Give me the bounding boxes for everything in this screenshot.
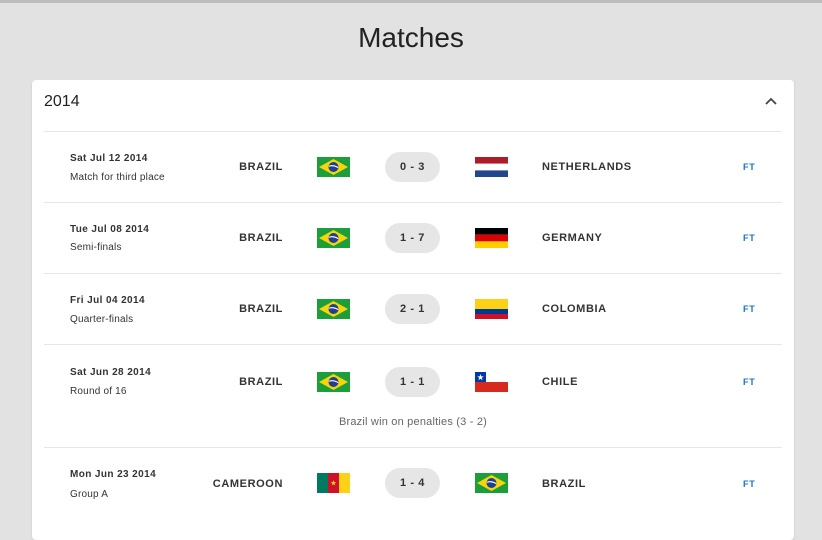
score-badge: 1 - 7 xyxy=(385,223,440,253)
home-team: CAMEROON xyxy=(212,478,283,490)
score-badge: 2 - 1 xyxy=(385,294,440,324)
colombia-flag-icon xyxy=(475,299,508,319)
brazil-flag-icon xyxy=(317,299,350,319)
brazil-flag-icon xyxy=(317,372,350,392)
match-round: Semi-finals xyxy=(70,242,122,253)
brazil-flag-icon xyxy=(475,473,508,493)
penalty-result-note: Brazil win on penalties (3 - 2) xyxy=(338,416,488,428)
match-round: Round of 16 xyxy=(70,386,127,397)
top-edge xyxy=(0,0,822,3)
score-badge: 1 - 1 xyxy=(385,367,440,397)
score-badge: 0 - 3 xyxy=(385,152,440,182)
year-label: 2014 xyxy=(44,93,80,110)
match-round: Quarter-finals xyxy=(70,314,134,325)
match-status-link[interactable]: FT xyxy=(743,377,756,387)
year-section-header[interactable]: 2014 xyxy=(32,80,794,131)
chevron-up-icon[interactable] xyxy=(760,94,782,110)
match-date: Tue Jul 08 2014 xyxy=(70,224,150,235)
home-team: BRAZIL xyxy=(239,376,283,388)
cameroon-flag-icon xyxy=(317,473,350,493)
home-team: BRAZIL xyxy=(239,303,283,315)
home-team: BRAZIL xyxy=(239,161,283,173)
match-row[interactable]: Sat Jul 12 2014 Match for third place BR… xyxy=(44,132,782,203)
brazil-flag-icon xyxy=(317,228,350,248)
match-status-link[interactable]: FT xyxy=(743,304,756,314)
match-status-link[interactable]: FT xyxy=(743,233,756,243)
page-title: Matches xyxy=(358,22,464,53)
home-team: BRAZIL xyxy=(239,232,283,244)
match-round: Group A xyxy=(70,489,109,500)
year-section-card: 2014 Sat Jul 12 2014 Match for third pla… xyxy=(32,80,794,540)
match-status-link[interactable]: FT xyxy=(743,479,756,489)
away-team: BRAZIL xyxy=(542,478,586,490)
match-row[interactable]: Fri Jul 04 2014 Quarter-finals BRAZIL 2 … xyxy=(44,274,782,345)
match-date: Sat Jul 12 2014 xyxy=(70,153,148,164)
away-team: GERMANY xyxy=(542,232,603,244)
brazil-flag-icon xyxy=(317,157,350,177)
match-status-link[interactable]: FT xyxy=(743,162,756,172)
match-row[interactable]: Tue Jul 08 2014 Semi-finals BRAZIL 1 - 7… xyxy=(44,203,782,274)
netherlands-flag-icon xyxy=(475,157,508,177)
away-team: COLOMBIA xyxy=(542,303,607,315)
score-badge: 1 - 4 xyxy=(385,468,440,498)
match-row[interactable]: Sat Jun 28 2014 Round of 16 BRAZIL 1 - 1… xyxy=(44,345,782,448)
match-date: Sat Jun 28 2014 xyxy=(70,367,152,378)
away-team: NETHERLANDS xyxy=(542,161,632,173)
germany-flag-icon xyxy=(475,228,508,248)
chile-flag-icon xyxy=(475,372,508,392)
match-row[interactable]: Mon Jun 23 2014 Group A CAMEROON 1 - 4 B… xyxy=(44,448,782,528)
match-date: Mon Jun 23 2014 xyxy=(70,469,157,480)
match-date: Fri Jul 04 2014 xyxy=(70,295,145,306)
away-team: CHILE xyxy=(542,376,578,388)
match-round: Match for third place xyxy=(70,172,165,183)
